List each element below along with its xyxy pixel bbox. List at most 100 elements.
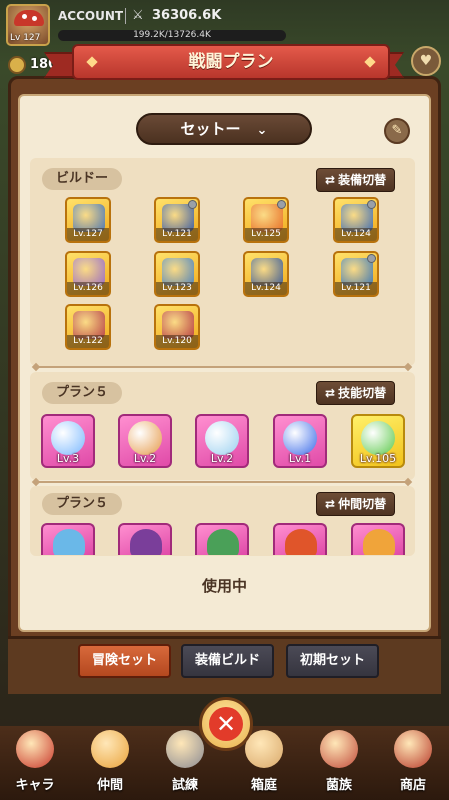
tab-adventure-set[interactable]: 冒険セット [78, 644, 172, 678]
player-level: Lv 127 [10, 33, 41, 43]
nav-label: 仲間 [96, 778, 123, 793]
equipment-slot[interactable]: Lv.125 [243, 197, 289, 243]
skill-switch-button[interactable]: ⇄ 技能切替 [316, 381, 396, 405]
equipment-level: Lv.122 [67, 335, 109, 348]
equipment-slot[interactable]: Lv.126 [65, 251, 111, 297]
equipment-level: Lv.121 [335, 282, 377, 295]
equipment-slot[interactable]: Lv.122 [65, 304, 111, 350]
dragon-companion-icon [285, 529, 317, 555]
skill-slot[interactable]: Lv.2 [118, 414, 172, 468]
equipment-switch-label: 装備切替 [338, 173, 387, 187]
player-avatar[interactable]: Lv 127 [6, 4, 50, 46]
crossed-swords-icon: ⚔ [132, 8, 144, 23]
paw-icon [91, 730, 129, 768]
section-divider [36, 366, 408, 368]
diamond-icon [86, 56, 98, 68]
equipment-level: Lv.123 [156, 282, 198, 295]
nav-item[interactable]: 商店 [378, 730, 448, 798]
exp-bar: 199.2K/13726.4K [58, 30, 286, 41]
section-divider [36, 481, 408, 483]
swap-icon: ⇄ [325, 386, 336, 400]
nav-item[interactable]: キャラ [0, 730, 70, 798]
skill-slot[interactable]: Lv.2 [195, 414, 249, 468]
companion-slot[interactable] [273, 523, 327, 555]
coin-icon [8, 56, 26, 74]
skill-level: Lv.105 [359, 452, 397, 465]
shop-icon [394, 730, 432, 768]
close-button[interactable]: ✕ [199, 697, 253, 751]
equipment-slot[interactable]: Lv.127 [65, 197, 111, 243]
skill-switch-label: 技能切替 [338, 386, 387, 400]
tab-equipment-build[interactable]: 装備ビルド [181, 644, 275, 678]
equipment-level: Lv.127 [67, 228, 109, 241]
page-title-banner: 戦闘プラン [72, 44, 390, 80]
equipment-level: Lv.120 [156, 335, 198, 348]
companion-slot[interactable] [195, 523, 249, 555]
feather-edit-button[interactable]: ✎ [384, 118, 410, 144]
account-label: ACCOUNT [58, 9, 124, 23]
divider [125, 8, 126, 24]
nav-label: 試練 [171, 778, 198, 793]
nav-label: 菌族 [325, 778, 352, 793]
green-slime-skill-icon [361, 421, 395, 455]
nav-label: 商店 [399, 778, 426, 793]
heart-chevron-button[interactable]: ♥ [411, 46, 441, 76]
equipment-slot[interactable]: Lv.123 [154, 251, 200, 297]
mushroom-skill-icon [128, 421, 162, 455]
lock-badge-icon [367, 254, 376, 263]
companion-switch-button[interactable]: ⇄ 仲間切替 [316, 492, 396, 516]
nav-item[interactable]: 菌族 [304, 730, 374, 798]
skill-plan-label: プラン５ [42, 382, 123, 404]
set-dropdown-value: セットー [180, 120, 241, 138]
sword-skill-icon [205, 421, 239, 455]
skill-slot[interactable]: Lv.1 [273, 414, 327, 468]
companion-slot[interactable] [41, 523, 95, 555]
swap-icon: ⇄ [325, 173, 336, 187]
equipment-level: Lv.125 [245, 228, 287, 241]
equipment-slot[interactable]: Lv.124 [333, 197, 379, 243]
chevron-down-icon: ⌄ [256, 123, 268, 138]
mushroom-cap-icon [14, 10, 44, 26]
tab-initial-set[interactable]: 初期セット [286, 644, 380, 678]
companion-slot[interactable] [118, 523, 172, 555]
skill-level: Lv.2 [133, 452, 157, 465]
equipment-slot[interactable]: Lv.120 [154, 304, 200, 350]
companion-switch-label: 仲間切替 [338, 497, 387, 511]
frog-companion-icon [207, 529, 239, 555]
skill-slot[interactable]: Lv.3 [41, 414, 95, 468]
lock-badge-icon [367, 200, 376, 209]
nav-label: キャラ [15, 778, 55, 793]
swap-icon: ⇄ [325, 497, 336, 511]
pirate-companion-icon [130, 529, 162, 555]
water-orb-skill-icon [283, 421, 317, 455]
companion-plan-label: プラン５ [42, 493, 123, 515]
skill-level: Lv.2 [210, 452, 234, 465]
exp-text: 199.2K/13726.4K [133, 30, 211, 40]
page-title: 戦闘プラン [188, 52, 274, 72]
equipment-slot[interactable]: Lv.124 [243, 251, 289, 297]
garden-icon [245, 730, 283, 768]
top-status-bar: Lv 127 ACCOUNT ⚔ 36306.6K 199.2K/13726.4… [0, 0, 449, 48]
equipment-level: Lv.126 [67, 282, 109, 295]
equipment-slot[interactable]: Lv.121 [333, 251, 379, 297]
companion-slot[interactable] [351, 523, 405, 555]
equipment-level: Lv.121 [156, 228, 198, 241]
mushroom-character-icon [16, 730, 54, 768]
equipment-slot[interactable]: Lv.121 [154, 197, 200, 243]
skill-level: Lv.3 [56, 452, 80, 465]
combat-power: 36306.6K [152, 8, 222, 23]
gecko-companion-icon [363, 529, 395, 555]
cat-companion-icon [53, 529, 85, 555]
set-dropdown[interactable]: セットー ⌄ [136, 113, 312, 145]
build-label: ビルドー [42, 168, 123, 190]
skill-slot[interactable]: Lv.105 [351, 414, 405, 468]
clan-icon [320, 730, 358, 768]
close-icon: ✕ [209, 707, 243, 741]
lock-badge-icon [277, 200, 286, 209]
equipment-level: Lv.124 [335, 228, 377, 241]
nav-item[interactable]: 仲間 [75, 730, 145, 798]
lightning-skill-icon [51, 421, 85, 455]
skill-level: Lv.1 [288, 452, 312, 465]
equipment-switch-button[interactable]: ⇄ 装備切替 [316, 168, 396, 192]
status-in-use: 使用中 [201, 577, 247, 595]
